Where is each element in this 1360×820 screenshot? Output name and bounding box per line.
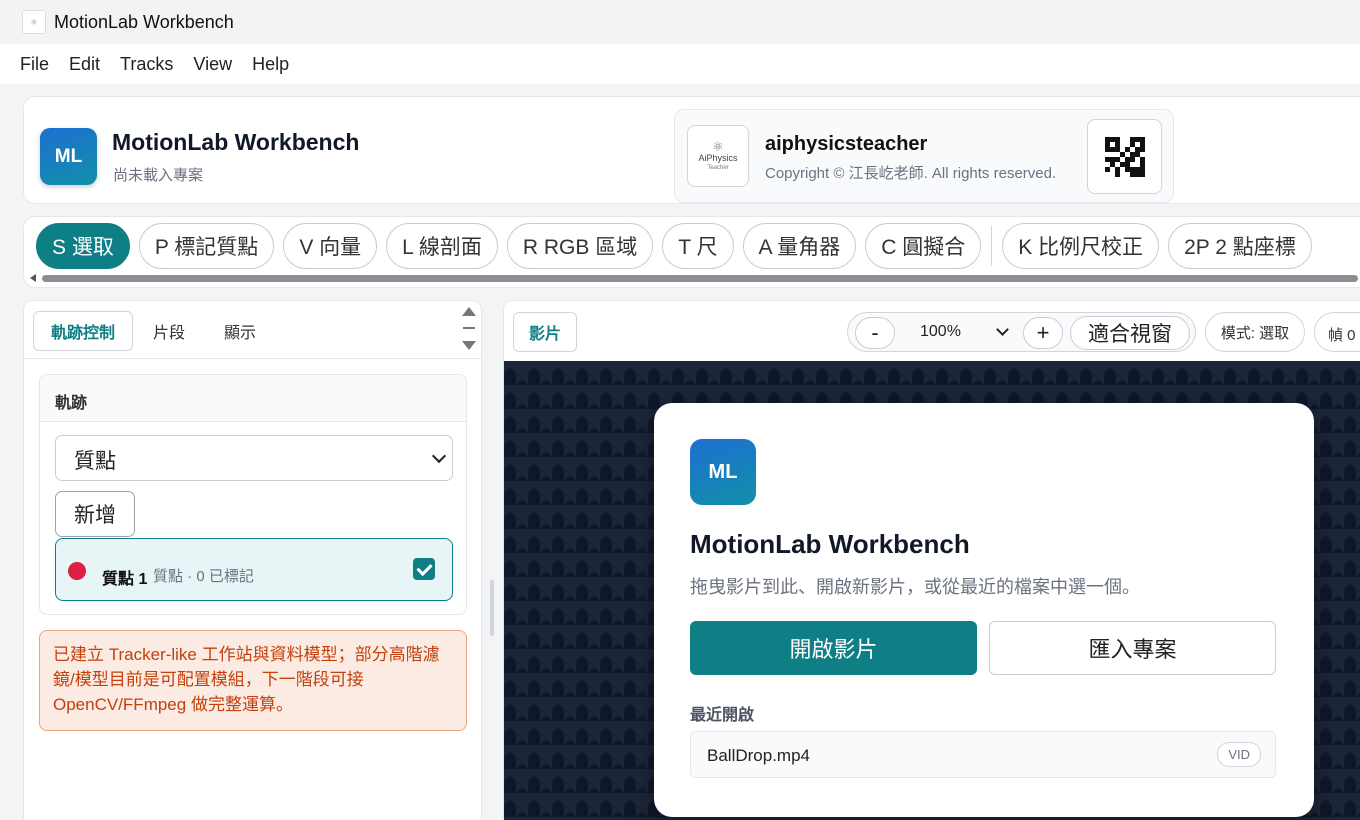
welcome-title: MotionLab Workbench (690, 529, 970, 559)
tool-divider (991, 226, 993, 266)
app-header: ML MotionLab Workbench 尚未載入專案 ⚛ AiPhysic… (23, 96, 1360, 204)
welcome-dialog: ML MotionLab Workbench 拖曳影片到此、開啟新影片，或從最近… (654, 403, 1314, 817)
brand-logo-text: AiPhysics (698, 153, 738, 163)
tool-bar: S 選取 P 標記質點 V 向量 L 線剖面 R RGB 區域 T 尺 A 量角… (23, 216, 1360, 288)
chevron-down-icon[interactable] (996, 323, 1009, 336)
brand-logo-sub: Teacher (707, 165, 729, 171)
track-card-title: 軌跡 (40, 375, 466, 422)
tool-vector[interactable]: V 向量 (283, 223, 378, 269)
brand-card: ⚛ AiPhysics Teacher aiphysicsteacher Cop… (674, 109, 1174, 203)
zoom-in-button[interactable]: + (1023, 317, 1063, 349)
import-project-button[interactable]: 匯入專案 (989, 621, 1276, 675)
track-type-select[interactable]: 質點 (55, 435, 453, 481)
zoom-controls: - 100% + 適合視窗 (847, 312, 1196, 352)
tab-segments[interactable]: 片段 (153, 311, 185, 351)
brand-logo: ⚛ AiPhysics Teacher (687, 125, 749, 187)
menu-bar: File Edit Tracks View Help (0, 44, 1360, 84)
menu-tracks[interactable]: Tracks (120, 54, 173, 75)
tab-track-control[interactable]: 軌跡控制 (33, 311, 133, 351)
recent-file-name: BallDrop.mp4 (707, 746, 810, 765)
video-panel-header: 影片 - 100% + 適合視窗 模式: 選取 幀 0 (504, 301, 1360, 361)
tool-ruler[interactable]: T 尺 (662, 223, 734, 269)
menu-edit[interactable]: Edit (69, 54, 100, 75)
add-track-button[interactable]: 新增 (55, 491, 135, 537)
track-name: 質點 1 (102, 571, 148, 588)
tool-line-profile[interactable]: L 線剖面 (386, 223, 498, 269)
tab-display[interactable]: 顯示 (224, 311, 256, 351)
mode-badge: 模式: 選取 (1205, 312, 1305, 352)
tool-scale-calibration[interactable]: K 比例尺校正 (1002, 223, 1160, 269)
video-stage[interactable]: ML MotionLab Workbench 拖曳影片到此、開啟新影片，或從最近… (504, 361, 1360, 820)
welcome-logo: ML (690, 439, 756, 505)
video-panel: 影片 - 100% + 適合視窗 模式: 選取 幀 0 ML MotionLab… (503, 300, 1360, 820)
qr-code-icon (1087, 119, 1162, 194)
recent-files-label: 最近開啟 (690, 707, 755, 724)
frame-badge: 幀 0 (1314, 312, 1360, 352)
file-type-badge: VID (1217, 742, 1261, 767)
track-card: 軌跡 質點 新增 質點 1 質點 · 0 已標記 (39, 374, 467, 615)
tool-select[interactable]: S 選取 (36, 223, 130, 269)
track-visible-checkbox[interactable] (413, 558, 435, 580)
left-panel-tabs: 軌跡控制 片段 顯示 (24, 301, 481, 359)
scroll-bar-icon (463, 327, 475, 329)
tab-video[interactable]: 影片 (513, 312, 577, 352)
welcome-description: 拖曳影片到此、開啟新影片，或從最近的檔案中選一個。 (690, 577, 1140, 597)
atom-icon: ⚛ (712, 139, 724, 154)
zoom-level-select[interactable]: 100% (920, 323, 961, 341)
track-meta: 質點 · 0 已標記 (153, 568, 254, 585)
menu-help[interactable]: Help (252, 54, 289, 75)
menu-file[interactable]: File (20, 54, 49, 75)
tool-protractor[interactable]: A 量角器 (742, 223, 857, 269)
app-logo: ML (40, 128, 97, 185)
window-title: MotionLab Workbench (54, 11, 234, 32)
scroll-up-icon[interactable] (462, 307, 476, 316)
qr-code-pattern (1104, 136, 1145, 177)
fit-window-button[interactable]: 適合視窗 (1070, 316, 1190, 350)
tool-rgb-region[interactable]: R RGB 區域 (506, 223, 654, 269)
open-video-button[interactable]: 開啟影片 (690, 621, 977, 675)
recent-file-item[interactable]: BallDrop.mp4 VID (690, 731, 1276, 778)
panel-scroll-controls[interactable] (462, 307, 478, 355)
project-status: 尚未載入專案 (113, 167, 204, 184)
tool-circle-fit[interactable]: C 圓擬合 (865, 223, 982, 269)
toolbar-scrollbar[interactable] (28, 273, 1358, 283)
track-list-item[interactable]: 質點 1 質點 · 0 已標記 (55, 538, 453, 601)
menu-view[interactable]: View (193, 54, 232, 75)
status-notice: 已建立 Tracker-like 工作站與資料模型；部分高階濾鏡/模型目前是可配… (39, 630, 467, 731)
track-color-dot (68, 562, 86, 580)
copyright-text: Copyright © 江長屹老師. All rights reserved. (765, 165, 1057, 182)
brand-name: aiphysicsteacher (765, 133, 928, 155)
track-type-value: 質點 (74, 450, 116, 473)
scrollbar-thumb[interactable] (42, 275, 1358, 282)
app-title: MotionLab Workbench (112, 129, 360, 155)
app-icon: ⚛ (22, 10, 46, 34)
title-bar: ⚛ MotionLab Workbench (0, 0, 1360, 44)
scroll-down-icon[interactable] (462, 341, 476, 350)
panel-splitter-handle[interactable] (490, 580, 494, 636)
chevron-down-icon (431, 448, 447, 464)
tool-two-point-coords[interactable]: 2P 2 點座標 (1168, 223, 1312, 269)
scroll-left-icon[interactable] (30, 274, 36, 282)
tool-mark-point[interactable]: P 標記質點 (138, 223, 275, 269)
left-panel: 軌跡控制 片段 顯示 軌跡 質點 新增 質點 1 質點 · 0 已標記 已建立 … (23, 300, 482, 820)
zoom-out-button[interactable]: - (855, 317, 895, 349)
